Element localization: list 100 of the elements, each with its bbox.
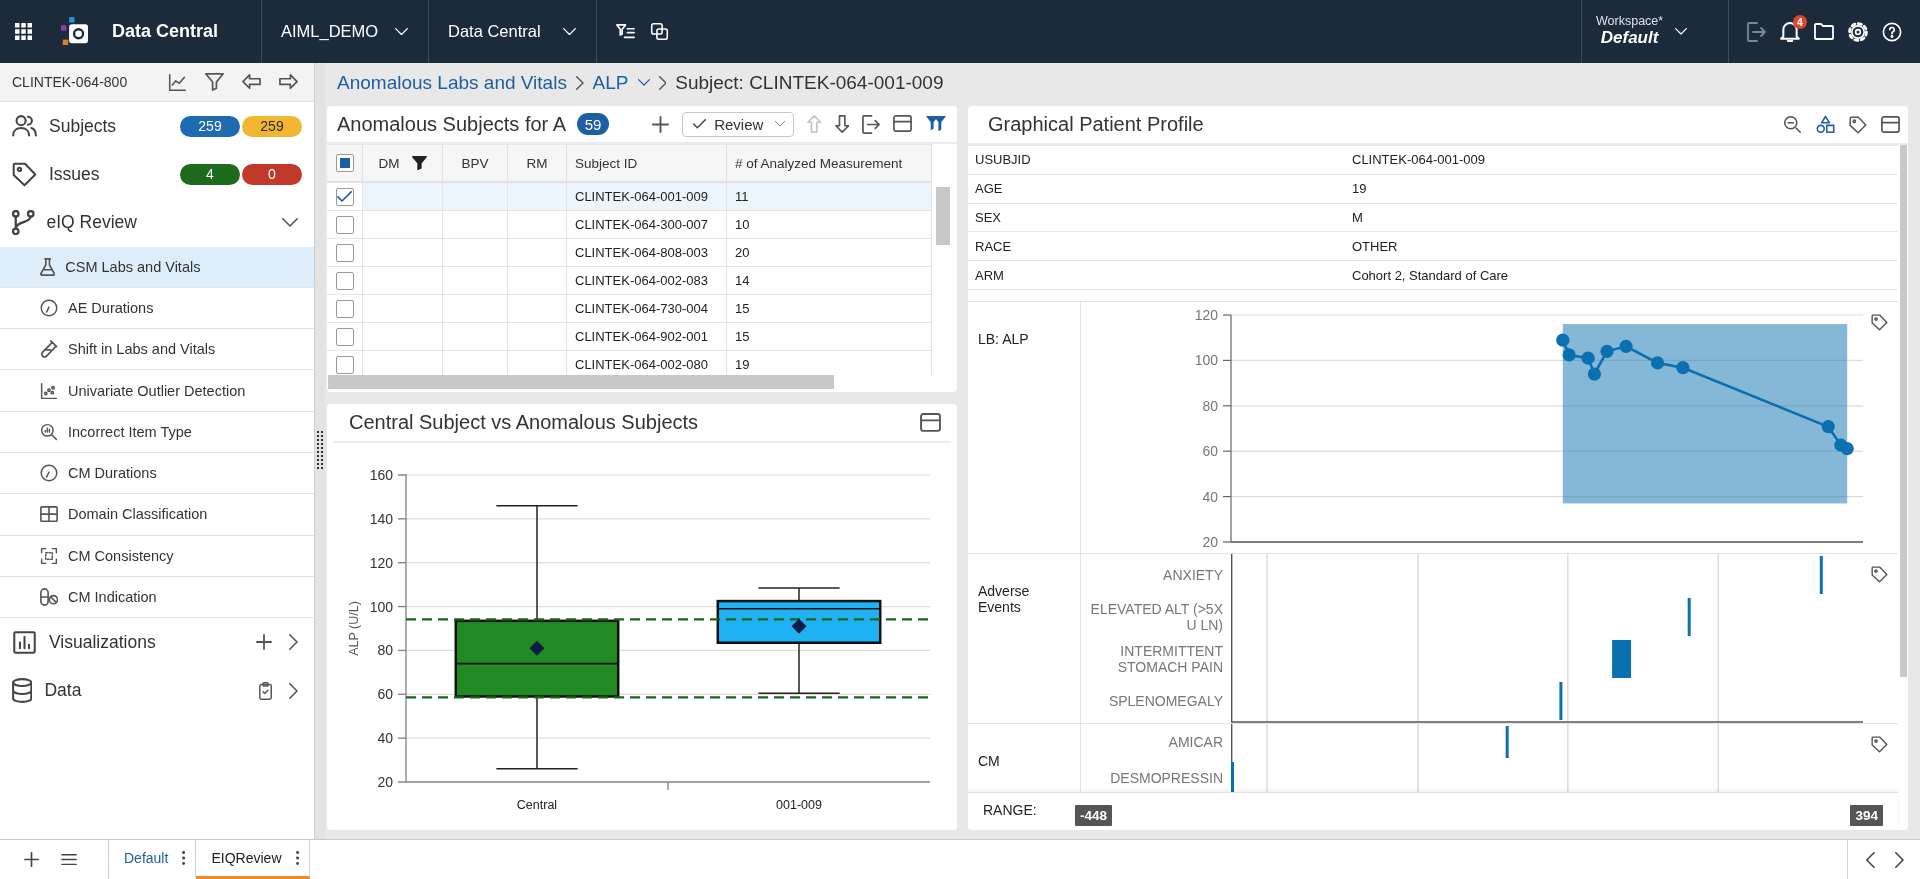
tab[interactable]: EIQReview [196, 840, 310, 879]
plus-icon[interactable] [256, 634, 273, 651]
chevron-down-icon[interactable] [282, 217, 298, 227]
row-checkbox[interactable] [335, 215, 354, 234]
review-dropdown[interactable]: Review [682, 111, 795, 137]
axis-tick-label: 100 [369, 598, 393, 615]
workspace-dropdown[interactable]: Workspace* Default [1581, 0, 1729, 63]
menu-icon[interactable] [61, 853, 77, 866]
data-point [1581, 351, 1595, 365]
module-dropdown[interactable]: Data Central [429, 0, 597, 63]
breadcrumb-dropdown[interactable]: ALP [592, 71, 650, 94]
count-badge: 4 [180, 163, 240, 185]
column-header[interactable]: # of Analyzed Measurement [727, 145, 932, 181]
filter-icon[interactable] [411, 155, 427, 171]
filter-icon[interactable] [925, 114, 947, 134]
table-cell [443, 323, 508, 351]
nav-subitem[interactable]: Shift in Labs and Vitals [0, 329, 314, 371]
settings-icon[interactable] [1848, 21, 1868, 42]
data-point [1676, 361, 1690, 375]
row-checkbox[interactable] [335, 299, 354, 318]
field-value: M [1352, 210, 1363, 225]
tag-icon[interactable] [1871, 736, 1888, 753]
tag-icon [12, 161, 37, 187]
column-header[interactable]: RM [508, 145, 567, 181]
check-icon [693, 119, 707, 129]
range-end-handle[interactable]: 394 [1850, 805, 1883, 826]
table-cell [508, 239, 567, 267]
arrow-left-icon[interactable] [242, 74, 261, 90]
chevron-right-icon[interactable] [1895, 851, 1904, 868]
nav-subitem[interactable]: AE Durations [0, 287, 314, 330]
filter-icon[interactable] [205, 72, 224, 91]
nav-subitem[interactable]: CSM Labs and Vitals [0, 246, 314, 288]
data-point [1562, 348, 1576, 362]
arrow-down-icon[interactable] [834, 115, 849, 133]
chevron-right-icon [658, 75, 667, 90]
table-cell: CLINTEK-064-001-009 [567, 183, 727, 211]
folder-icon[interactable] [1814, 23, 1834, 40]
row-checkbox[interactable] [335, 271, 354, 290]
chevron-right-icon[interactable] [289, 682, 298, 699]
filter-list-icon[interactable] [616, 23, 635, 40]
plus-icon[interactable] [652, 115, 670, 133]
export-icon[interactable] [1747, 21, 1766, 42]
nav-subitem[interactable]: Domain Classification [0, 494, 314, 536]
table-cell [443, 239, 508, 267]
scrollbar[interactable] [328, 375, 834, 389]
copy-icon[interactable] [650, 22, 669, 41]
row-checkbox[interactable] [335, 355, 354, 374]
row-checkbox[interactable] [335, 187, 354, 206]
export-icon[interactable] [861, 114, 880, 134]
panel-icon[interactable] [1881, 115, 1900, 134]
data-point [1556, 333, 1570, 347]
kebab-menu-icon[interactable] [182, 851, 186, 865]
nav-subitem[interactable]: CM Indication [0, 576, 314, 619]
shapes-icon[interactable] [1816, 115, 1835, 134]
nav-group[interactable]: eIQ Review [46, 211, 137, 233]
help-icon[interactable] [1882, 21, 1902, 42]
nav-subitem[interactable]: CM Consistency [0, 535, 314, 577]
table-cell: 20 [727, 239, 932, 267]
tag-icon[interactable] [1849, 115, 1867, 134]
column-header[interactable]: DM [363, 145, 443, 181]
apps-menu-icon[interactable] [15, 23, 32, 40]
kebab-menu-icon[interactable] [295, 851, 299, 865]
zoom-out-icon[interactable] [1783, 115, 1802, 134]
scrollbar[interactable] [1900, 145, 1907, 677]
flask-icon [40, 257, 56, 276]
scrollbar[interactable] [936, 187, 950, 245]
nav-group[interactable]: Data [44, 680, 82, 702]
tag-icon[interactable] [1871, 314, 1888, 331]
chevron-down-icon [775, 121, 786, 127]
panel-icon[interactable] [920, 413, 941, 432]
line-chart-icon[interactable] [168, 72, 187, 92]
range-start-handle[interactable]: -448 [1075, 805, 1113, 826]
row-checkbox[interactable] [335, 243, 354, 262]
category-label: 001-009 [776, 798, 822, 812]
nav-subitem[interactable]: Univariate Outlier Detection [0, 370, 314, 412]
nav-item[interactable]: Issues [49, 163, 100, 185]
arrow-right-icon[interactable] [279, 74, 298, 90]
nav-item[interactable]: Subjects [49, 115, 117, 137]
table-cell [508, 295, 567, 323]
nav-group[interactable]: Visualizations [49, 631, 156, 653]
row-checkbox[interactable] [335, 327, 354, 346]
select-all-checkbox[interactable] [335, 154, 354, 172]
chevron-left-icon[interactable] [1866, 851, 1876, 868]
nav-subitem[interactable]: CM Durations [0, 453, 314, 495]
nav-subitem[interactable]: Incorrect Item Type [0, 411, 314, 453]
mean-marker-icon [529, 640, 545, 656]
tag-icon[interactable] [1871, 566, 1888, 583]
database-icon [12, 678, 33, 704]
column-header[interactable]: Subject ID [567, 145, 727, 181]
column-header[interactable]: BPV [443, 145, 508, 181]
panel-icon[interactable] [893, 115, 912, 133]
clipboard-check-icon[interactable] [259, 681, 273, 700]
event-bar [1687, 598, 1691, 636]
breadcrumb-link[interactable]: Anomalous Labs and Vitals [337, 71, 567, 94]
drag-handle-icon[interactable] [317, 431, 323, 471]
dashed-frame-icon [40, 546, 58, 565]
plus-icon[interactable] [24, 852, 39, 867]
chevron-right-icon[interactable] [289, 634, 298, 651]
axis-tick-label: 80 [377, 642, 393, 659]
chevron-down-icon [563, 27, 576, 36]
